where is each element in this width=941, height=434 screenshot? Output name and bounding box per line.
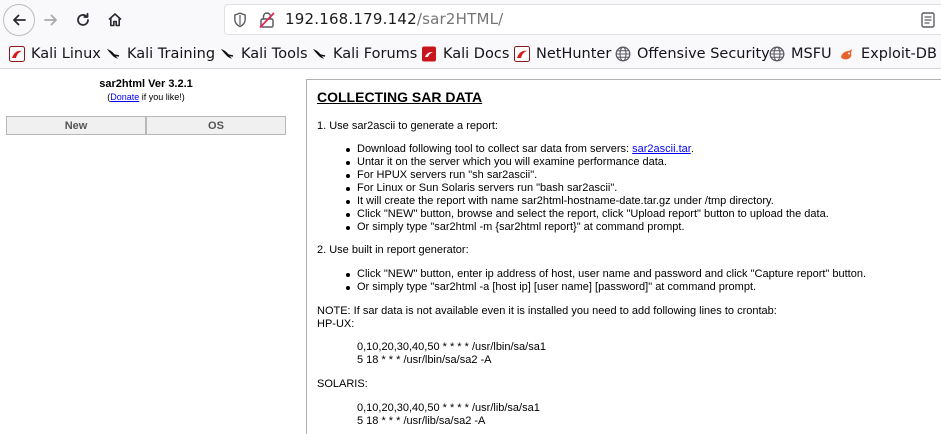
step-1-heading: 1. Use sar2ascii to generate a report: <box>317 120 498 132</box>
forward-button[interactable] <box>35 4 67 36</box>
kali-red-icon <box>9 46 25 62</box>
bookmark-label: Kali Forums <box>333 46 418 62</box>
forward-arrow-icon <box>44 14 57 26</box>
reader-view-icon[interactable] <box>921 12 935 28</box>
bookmark-kali-tools[interactable]: Kali Tools <box>219 44 308 64</box>
bookmark-offensive-security[interactable]: Offensive Security <box>615 44 770 64</box>
list-item: It will create the report with name sar2… <box>346 195 829 208</box>
list-item: Or simply type "sar2html -a [host ip] [u… <box>345 281 866 294</box>
bookmark-nethunter[interactable]: NetHunter <box>514 44 611 64</box>
download-suffix: . <box>690 143 694 155</box>
list-item: Click "NEW" button, enter ip address of … <box>345 268 867 280</box>
browser-toolbar: 192.168.179.142/sar2HTML/ <box>0 0 941 40</box>
list-item: For Linux or Sun Solaris servers run "ba… <box>346 182 829 195</box>
bookmark-kali-forums[interactable]: Kali Forums <box>311 44 417 64</box>
step-2-heading: 2. Use built in report generator: <box>317 244 469 256</box>
kali-red-icon <box>514 46 530 62</box>
crontab-note: NOTE: If sar data is not available even … <box>317 305 777 317</box>
new-button[interactable]: New <box>6 116 146 135</box>
bookmark-msfu[interactable]: MSFU <box>769 44 832 64</box>
address-bar[interactable]: 192.168.179.142/sar2HTML/ <box>224 4 941 35</box>
reload-icon <box>77 12 89 26</box>
list-item: Or simply type "sar2html -m {sar2html re… <box>346 221 829 234</box>
donate-line: (Donate if you like!) <box>0 92 292 102</box>
home-icon <box>108 13 122 27</box>
list-item: Untar it on the server which you will ex… <box>346 156 829 169</box>
globe-icon <box>615 46 631 62</box>
bookmark-label: Kali Tools <box>241 46 308 62</box>
bookmark-kali-training[interactable]: Kali Training <box>105 44 215 64</box>
bookmark-label: NetHunter <box>536 46 612 62</box>
url-host: 192.168.179.142 <box>285 10 417 28</box>
kali-dragon-icon <box>221 49 234 59</box>
bookmarks-bar: Kali Linux Kali Training Kali Tools Kali… <box>0 40 941 69</box>
kali-dragon-icon <box>107 49 120 59</box>
kali-dragon-icon <box>313 49 326 59</box>
hpux-cron-line: 0,10,20,30,40,50 * * * * /usr/lbin/sa/sa… <box>357 341 546 353</box>
hpux-label: HP-UX: <box>317 318 355 330</box>
step-2-list: Click "NEW" button, enter ip address of … <box>345 268 867 294</box>
reload-button[interactable] <box>67 4 99 36</box>
sar2ascii-download-link[interactable]: sar2ascii.tar <box>632 143 691 155</box>
insecure-lock-icon[interactable] <box>258 11 276 29</box>
kali-docs-icon <box>422 46 436 62</box>
bookmark-kali-linux[interactable]: Kali Linux <box>9 44 101 64</box>
bookmark-label: Kali Training <box>127 46 216 62</box>
app-title: sar2html Ver 3.2.1 <box>99 78 193 90</box>
globe-icon <box>769 46 785 62</box>
url-text[interactable]: 192.168.179.142/sar2HTML/ <box>285 10 503 28</box>
tracking-shield-icon[interactable] <box>233 12 247 28</box>
page-title: COLLECTING SAR DATA <box>317 89 483 105</box>
bookmark-label: Offensive Security <box>637 46 770 62</box>
back-arrow-icon <box>13 14 26 26</box>
list-item: For HPUX servers run "sh sar2ascii". <box>346 169 829 182</box>
donate-suffix: if you like!) <box>139 92 185 102</box>
solaris-cron-line: 0,10,20,30,40,50 * * * * /usr/lib/sa/sa1 <box>357 402 540 414</box>
bookmark-exploit-db[interactable]: Exploit-DB <box>839 44 937 64</box>
solaris-cron-line: 5 18 * * * /usr/lib/sa/sa2 -A <box>357 415 486 427</box>
bookmark-label: Kali Docs <box>443 46 510 62</box>
exploit-db-icon <box>841 49 852 60</box>
solaris-label: SOLARIS: <box>317 378 368 390</box>
bookmark-label: MSFU <box>791 46 832 62</box>
list-item: Download following tool to collect sar d… <box>346 143 829 156</box>
content-frame: COLLECTING SAR DATA 1. Use sar2ascii to … <box>306 79 941 434</box>
step-1-list: Download following tool to collect sar d… <box>346 143 829 234</box>
donate-link[interactable]: Donate <box>110 92 139 102</box>
home-button[interactable] <box>99 4 131 36</box>
os-button[interactable]: OS <box>146 116 286 135</box>
download-prefix: Download following tool to collect sar d… <box>357 143 633 155</box>
sidebar-frame: sar2html Ver 3.2.1 (Donate if you like!)… <box>0 70 297 434</box>
url-path: /sar2HTML/ <box>416 10 504 28</box>
hpux-cron-line: 5 18 * * * /usr/lbin/sa/sa2 -A <box>357 354 492 366</box>
bookmark-label: Kali Linux <box>31 46 101 62</box>
back-button[interactable] <box>3 4 35 36</box>
bookmark-label: Exploit-DB <box>861 46 937 62</box>
list-item: Click "NEW" button, browse and select th… <box>346 208 829 220</box>
bookmark-kali-docs[interactable]: Kali Docs <box>421 44 509 64</box>
